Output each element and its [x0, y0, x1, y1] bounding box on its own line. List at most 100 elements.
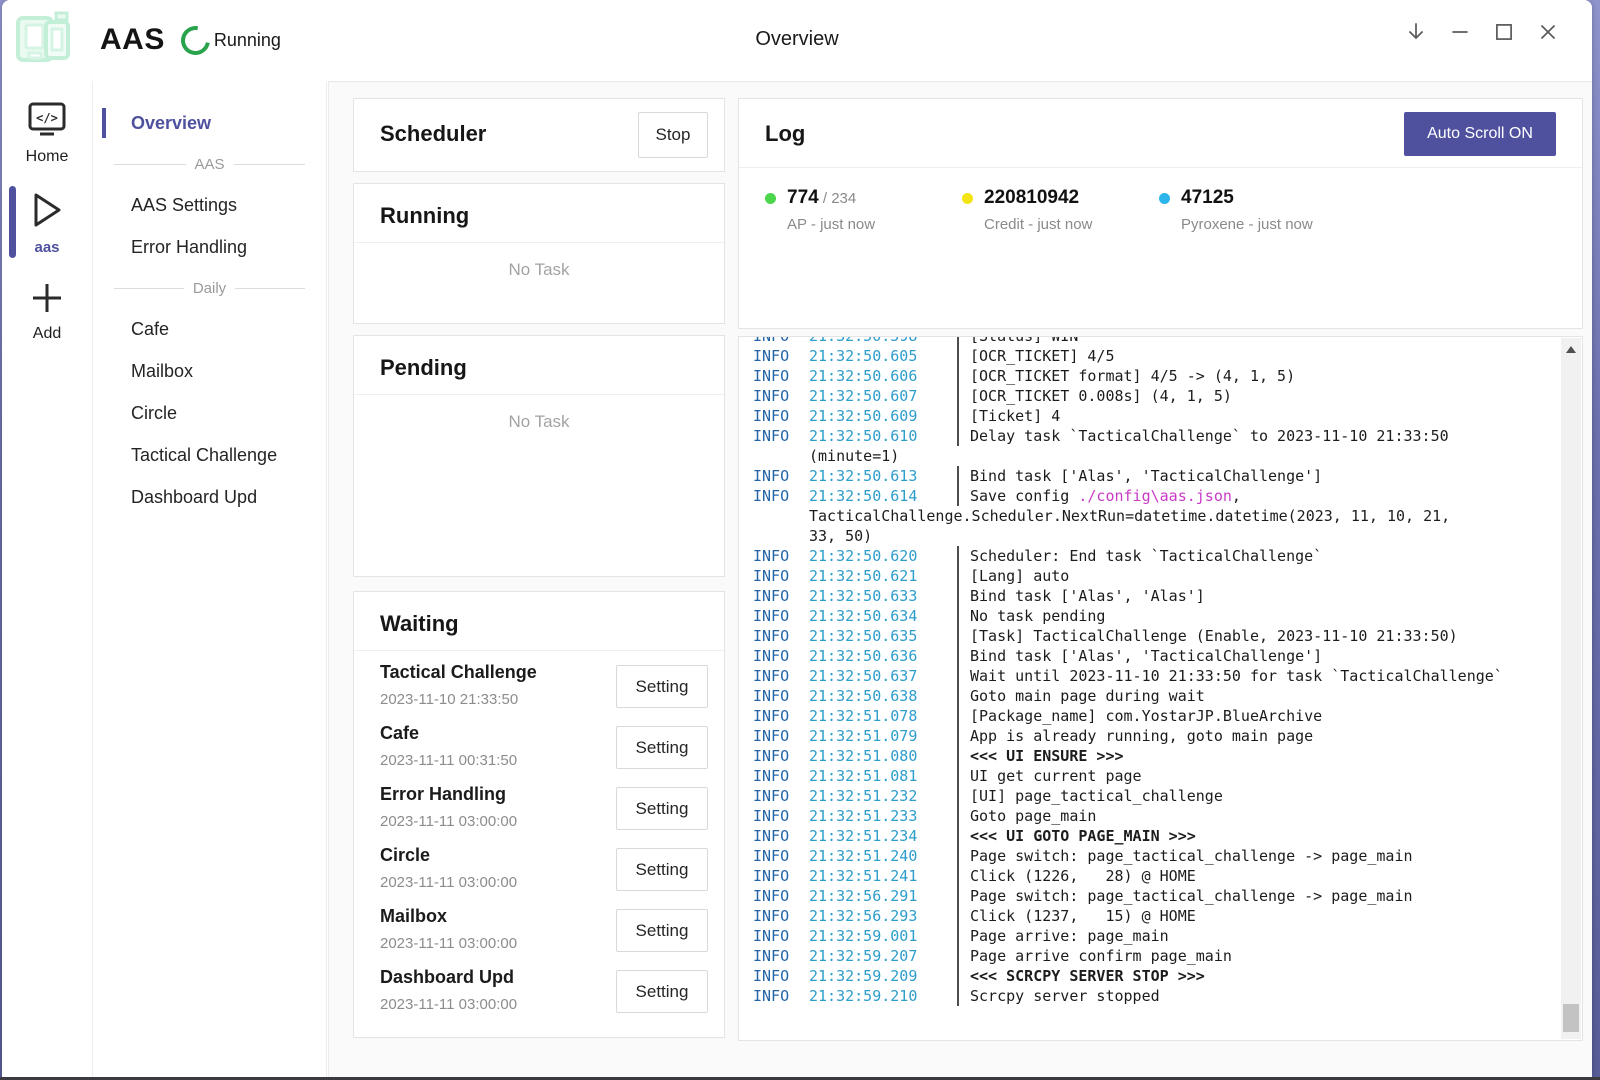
active-indicator	[102, 108, 106, 138]
stat-label: Pyroxene - just now	[1181, 216, 1313, 233]
log-console[interactable]: INFO21:32:50.598[Status] WININFO21:32:50…	[738, 336, 1583, 1041]
log-level: INFO	[753, 866, 809, 886]
sidebar-item-label: Tactical Challenge	[131, 445, 277, 466]
log-timestamp: 21:32:50.634	[809, 606, 957, 626]
titlebar: AAS Running Overview	[2, 0, 1592, 81]
icon-rail: </>Home aas Add	[2, 81, 93, 1077]
log-message: Click (1237, 15) @ HOME	[970, 906, 1196, 926]
close-button[interactable]	[1526, 12, 1570, 56]
sidebar-item-dashboard-upd[interactable]: Dashboard Upd	[93, 476, 326, 518]
setting-button-tactical-challenge[interactable]: Setting	[616, 665, 708, 708]
auto-scroll-toggle[interactable]: Auto Scroll ON	[1404, 112, 1556, 156]
log-timestamp: 21:32:51.232	[809, 786, 957, 806]
rail-item-home[interactable]: </>Home	[2, 93, 92, 172]
waiting-task-row: Error Handling2023-11-11 03:00:00Setting	[354, 782, 724, 843]
log-level: INFO	[753, 336, 809, 346]
scroll-up-arrow-icon[interactable]	[1566, 346, 1576, 353]
rail-item-label: Add	[33, 325, 61, 343]
log-message: [Ticket] 4	[970, 406, 1060, 426]
stop-button[interactable]: Stop	[638, 112, 708, 158]
rail-item-label: Home	[26, 148, 69, 166]
log-separator	[957, 336, 959, 346]
sidebar-item-cafe[interactable]: Cafe	[93, 308, 326, 350]
log-level: INFO	[753, 366, 809, 386]
stat-dot-icon	[962, 193, 973, 204]
log-message: [OCR_TICKET format] 4/5 -> (4, 1, 5)	[970, 366, 1295, 386]
log-level-spacer	[753, 526, 809, 546]
stat-label: AP - just now	[787, 216, 875, 233]
rail-item-add[interactable]: Add	[2, 272, 92, 349]
log-separator	[957, 626, 959, 646]
log-level: INFO	[753, 406, 809, 426]
setting-button-circle[interactable]: Setting	[616, 848, 708, 891]
setting-button-mailbox[interactable]: Setting	[616, 909, 708, 952]
maximize-button[interactable]	[1482, 12, 1526, 56]
log-timestamp: 21:32:50.636	[809, 646, 957, 666]
log-timestamp: 21:32:56.291	[809, 886, 957, 906]
sidebar-item-label: Mailbox	[131, 361, 193, 382]
log-entry: INFO21:32:50.606 [OCR_TICKET format] 4/5 …	[753, 366, 1540, 386]
stat-credit: 220810942Credit - just now	[962, 187, 1159, 233]
pending-title: Pending	[354, 336, 724, 394]
log-separator	[957, 906, 959, 926]
setting-button-dashboard-upd[interactable]: Setting	[616, 970, 708, 1013]
log-scrollbar[interactable]	[1561, 338, 1581, 1039]
sidebar-item-circle[interactable]: Circle	[93, 392, 326, 434]
stat-value: 47125	[1181, 187, 1234, 208]
waiting-task-row: Dashboard Upd2023-11-11 03:00:00Setting	[354, 965, 724, 1026]
running-card: Running No Task	[353, 183, 725, 324]
log-message: Bind task ['Alas', 'Alas']	[970, 586, 1205, 606]
log-message: [Lang] auto	[970, 566, 1069, 586]
stat-dot-icon	[765, 193, 776, 204]
arrow-down-icon	[1404, 20, 1428, 49]
log-message: App is already running, goto main page	[970, 726, 1313, 746]
sidebar-item-mailbox[interactable]: Mailbox	[93, 350, 326, 392]
sidebar-item-tactical-challenge[interactable]: Tactical Challenge	[93, 434, 326, 476]
log-timestamp: 21:32:50.614	[809, 486, 957, 506]
log-separator	[957, 866, 959, 886]
waiting-task-row: Mailbox2023-11-11 03:00:00Setting	[354, 904, 724, 965]
log-separator	[957, 706, 959, 726]
log-message: Delay task `TacticalChallenge` to 2023-1…	[970, 426, 1449, 446]
nav-section-divider-aas: AAS	[93, 144, 326, 184]
sidebar-item-aas-settings[interactable]: AAS Settings	[93, 184, 326, 226]
sidebar-item-error-handling[interactable]: Error Handling	[93, 226, 326, 268]
log-timestamp: 21:32:51.240	[809, 846, 957, 866]
minimize-button[interactable]	[1438, 12, 1482, 56]
scrollbar-thumb[interactable]	[1563, 1004, 1579, 1032]
log-separator	[957, 806, 959, 826]
log-level: INFO	[753, 346, 809, 366]
sidebar-item-overview[interactable]: Overview	[93, 102, 326, 144]
waiting-task-row: Tactical Challenge2023-11-10 21:33:50Set…	[354, 660, 724, 721]
sidebar-item-label: Overview	[131, 113, 211, 134]
log-entry: INFO21:32:51.234<<< UI GOTO PAGE_MAIN >>…	[753, 826, 1540, 846]
log-level: INFO	[753, 686, 809, 706]
divider-line	[235, 288, 305, 289]
rail-item-aas[interactable]: aas	[2, 182, 92, 262]
log-text: Save config	[970, 487, 1078, 505]
setting-button-cafe[interactable]: Setting	[616, 726, 708, 769]
nav-section-divider-daily: Daily	[93, 268, 326, 308]
log-message: No task pending	[970, 606, 1105, 626]
nav-section-label: AAS	[195, 156, 225, 173]
log-file-path: ./config\aas.json	[1078, 487, 1232, 505]
log-entry: INFO21:32:50.621[Lang] auto	[753, 566, 1540, 586]
log-timestamp: 21:32:50.606	[809, 366, 957, 386]
log-level: INFO	[753, 626, 809, 646]
log-timestamp: 21:32:59.210	[809, 986, 957, 1006]
log-message: Save config ./config\aas.json,	[970, 486, 1241, 506]
stat-value-row: 47125	[1181, 187, 1313, 209]
log-separator	[957, 406, 959, 426]
stat-value: 220810942	[984, 187, 1079, 208]
log-timestamp: 21:32:50.609	[809, 406, 957, 426]
log-level: INFO	[753, 726, 809, 746]
log-entry: INFO21:32:51.232[UI] page_tactical_chall…	[753, 786, 1540, 806]
setting-button-error-handling[interactable]: Setting	[616, 787, 708, 830]
log-separator	[957, 606, 959, 626]
hide-to-tray-button[interactable]	[1394, 12, 1438, 56]
log-timestamp: 21:32:51.078	[809, 706, 957, 726]
log-separator	[957, 986, 959, 1006]
log-message: UI get current page	[970, 766, 1142, 786]
running-empty-text: No Task	[354, 243, 724, 280]
log-message: Page arrive: page_main	[970, 926, 1169, 946]
